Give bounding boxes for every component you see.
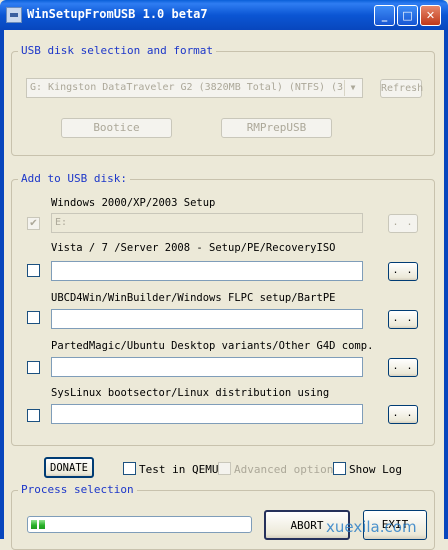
app-icon	[6, 7, 22, 23]
donate-button[interactable]: DONATE	[44, 457, 94, 478]
ubcd4win-browse-button[interactable]: . .	[388, 310, 418, 329]
ubcd4win-label: UBCD4Win/WinBuilder/Windows FLPC setup/B…	[51, 292, 336, 304]
winxp-setup-checkbox[interactable]: ✔	[27, 217, 40, 230]
advanced-options-option[interactable]: Advanced options	[218, 462, 340, 476]
bootice-button[interactable]: Bootice	[61, 118, 172, 138]
syslinux-checkbox[interactable]	[27, 409, 40, 422]
progress-segment	[31, 520, 37, 529]
show-log-checkbox[interactable]	[333, 462, 346, 475]
syslinux-label: SysLinux bootsector/Linux distribution u…	[51, 387, 330, 399]
partedmagic-checkbox[interactable]	[27, 361, 40, 374]
usb-disk-group: USB disk selection and format	[11, 44, 435, 156]
chevron-down-icon[interactable]: ▼	[344, 80, 361, 96]
usb-disk-select[interactable]: G: Kingston DataTraveler G2 (3820MB Tota…	[26, 78, 363, 98]
process-group-legend: Process selection	[18, 483, 137, 496]
refresh-button[interactable]: Refresh	[380, 79, 423, 98]
progress-bar	[27, 516, 252, 533]
close-button[interactable]: ✕	[420, 5, 441, 26]
vista7-browse-button[interactable]: . .	[388, 262, 418, 281]
advanced-options-checkbox[interactable]	[218, 462, 231, 475]
ubcd4win-path-field[interactable]	[51, 309, 363, 329]
partedmagic-browse-button[interactable]: . .	[388, 358, 418, 377]
maximize-button[interactable]: □	[397, 5, 418, 26]
watermark: xuexila.com	[326, 518, 417, 536]
test-qemu-label: Test in QEMU	[139, 463, 219, 476]
vista7-setup-label: Vista / 7 /Server 2008 - Setup/PE/Recove…	[51, 242, 336, 254]
window-title: WinSetupFromUSB 1.0 beta7	[27, 7, 208, 21]
add-group-legend: Add to USB disk:	[18, 172, 130, 185]
syslinux-path-field[interactable]	[51, 404, 363, 424]
vista7-setup-path-field[interactable]	[51, 261, 363, 281]
winxp-browse-button[interactable]: . .	[388, 214, 418, 233]
vista7-setup-checkbox[interactable]	[27, 264, 40, 277]
usb-group-legend: USB disk selection and format	[18, 44, 217, 57]
progress-segment	[39, 520, 45, 529]
test-qemu-checkbox[interactable]	[123, 462, 136, 475]
test-qemu-option[interactable]: Test in QEMU	[123, 462, 218, 476]
partedmagic-label: PartedMagic/Ubuntu Desktop variants/Othe…	[51, 340, 374, 352]
winxp-setup-label: Windows 2000/XP/2003 Setup	[51, 197, 216, 209]
window-frame-right	[444, 30, 448, 539]
usb-disk-select-value: G: Kingston DataTraveler G2 (3820MB Tota…	[30, 82, 344, 93]
partedmagic-path-field[interactable]	[51, 357, 363, 377]
show-log-option[interactable]: Show Log	[333, 462, 402, 476]
minimize-button[interactable]: _	[374, 5, 395, 26]
advanced-options-label: Advanced options	[234, 463, 340, 476]
progress-fill	[31, 520, 45, 529]
syslinux-browse-button[interactable]: . .	[388, 405, 418, 424]
window-frame-left	[0, 30, 4, 539]
ubcd4win-checkbox[interactable]	[27, 311, 40, 324]
title-bar[interactable]: WinSetupFromUSB 1.0 beta7 _ □ ✕	[0, 0, 448, 30]
winxp-setup-path-field[interactable]: E:	[51, 213, 363, 233]
rmprepusb-button[interactable]: RMPrepUSB	[221, 118, 332, 138]
show-log-label: Show Log	[349, 463, 402, 476]
